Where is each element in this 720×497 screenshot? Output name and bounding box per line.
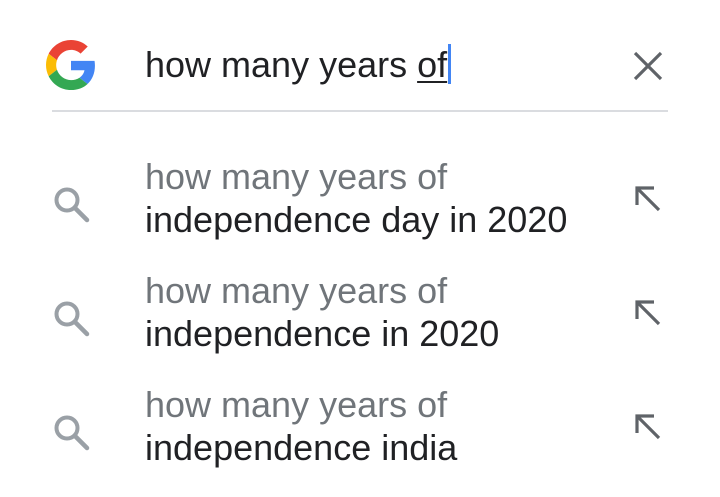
search-divider <box>52 110 668 112</box>
refine-query-button[interactable] <box>622 401 674 453</box>
search-icon <box>54 301 90 337</box>
suggestion-text: how many years of independence india <box>145 383 457 469</box>
suggestion-prefix: how many years of <box>145 270 448 311</box>
suggestion-text: how many years of independence in 2020 <box>145 269 499 355</box>
arrow-up-left-icon <box>635 186 661 212</box>
suggestion-completion: independence india <box>145 427 458 468</box>
suggestion-row[interactable]: how many years of independence india <box>0 383 720 497</box>
suggestion-prefix: how many years of <box>145 156 448 197</box>
search-input[interactable]: how many years of <box>145 43 452 87</box>
search-icon <box>54 187 90 223</box>
close-icon <box>633 51 663 81</box>
suggestion-completion: independence day in 2020 <box>145 199 568 240</box>
query-typed-text: of <box>417 44 448 85</box>
refine-query-button[interactable] <box>622 173 674 225</box>
search-icon <box>54 415 90 451</box>
suggestion-row[interactable]: how many years of independence day in 20… <box>0 155 720 269</box>
suggestion-text: how many years of independence day in 20… <box>145 155 567 241</box>
suggestion-row[interactable]: how many years of independence in 2020 <box>0 269 720 383</box>
arrow-up-left-icon <box>635 300 661 326</box>
refine-query-button[interactable] <box>622 287 674 339</box>
search-bar: how many years of <box>0 0 720 112</box>
suggestion-prefix: how many years of <box>145 384 448 425</box>
suggestion-completion: independence in 2020 <box>145 313 500 354</box>
google-g-logo-icon <box>46 40 95 90</box>
clear-button[interactable] <box>622 40 674 92</box>
arrow-up-left-icon <box>635 414 661 440</box>
text-caret <box>448 44 452 84</box>
query-prefix: how many years <box>145 44 418 85</box>
